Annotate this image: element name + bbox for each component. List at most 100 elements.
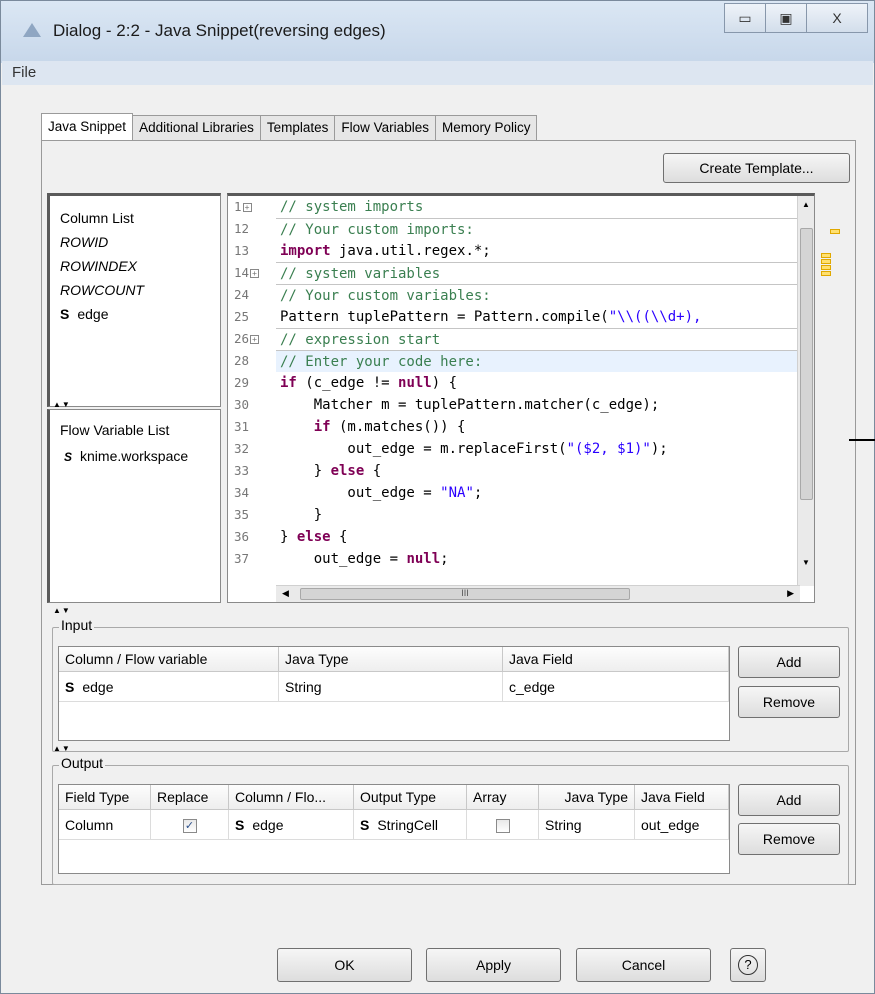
overview-marker[interactable] bbox=[821, 259, 831, 264]
maximize-button[interactable]: ▣ bbox=[765, 3, 807, 33]
flow-variable-label: knime.workspace bbox=[80, 448, 189, 464]
code-line: if (c_edge != null) { bbox=[280, 375, 458, 391]
replace-checkbox[interactable]: ✓ bbox=[182, 819, 197, 834]
output-remove-button[interactable]: Remove bbox=[738, 823, 840, 855]
error-overview-ruler bbox=[820, 193, 840, 603]
column-header[interactable]: Java Type bbox=[539, 785, 635, 810]
menu-bar: File bbox=[2, 61, 873, 85]
column-item-edge[interactable]: Sedge bbox=[60, 306, 109, 322]
column-header[interactable]: Output Type bbox=[354, 785, 467, 810]
line-number: 14 bbox=[234, 265, 250, 280]
code-line: // expression start bbox=[276, 328, 800, 350]
close-button[interactable]: X bbox=[806, 3, 868, 33]
column-item-rowindex[interactable]: ROWINDEX bbox=[60, 258, 137, 274]
overview-marker[interactable] bbox=[821, 271, 831, 276]
tab-flow-variables[interactable]: Flow Variables bbox=[334, 115, 436, 141]
array-checkbox[interactable] bbox=[495, 819, 510, 834]
line-number: 36 bbox=[234, 529, 250, 544]
expand-fold-icon[interactable]: + bbox=[242, 203, 252, 212]
overview-marker[interactable] bbox=[821, 265, 831, 270]
column-header[interactable]: Column / Flo... bbox=[229, 785, 354, 810]
window-title: Dialog - 2:2 - Java Snippet(reversing ed… bbox=[53, 21, 386, 40]
input-remove-button[interactable]: Remove bbox=[738, 686, 840, 718]
ok-button[interactable]: OK bbox=[277, 948, 412, 982]
splitter-arrows[interactable]: ▲▼ bbox=[53, 400, 71, 409]
cancel-button[interactable]: Cancel bbox=[576, 948, 711, 982]
overview-marker[interactable] bbox=[830, 229, 840, 234]
line-number: 25 bbox=[234, 309, 250, 324]
column-header[interactable]: Java Field bbox=[503, 647, 729, 672]
overview-marker[interactable] bbox=[821, 253, 831, 258]
flow-variable-list-title: Flow Variable List bbox=[60, 422, 170, 438]
expand-fold-icon[interactable]: + bbox=[250, 335, 260, 344]
help-icon: ? bbox=[738, 955, 758, 975]
scroll-up-icon[interactable]: ▲ bbox=[802, 200, 810, 209]
input-group: Input Column / Flow variable Java Type J… bbox=[52, 617, 849, 752]
splitter-arrows[interactable]: ▲▼ bbox=[53, 744, 71, 753]
string-type-icon: S bbox=[65, 679, 75, 695]
line-number: 30 bbox=[234, 397, 250, 412]
column-header[interactable]: Column / Flow variable bbox=[59, 647, 279, 672]
output-table: Field Type Replace Column / Flo... Outpu… bbox=[58, 784, 730, 874]
editor-vertical-scrollbar[interactable]: ▲ ▼ bbox=[797, 196, 814, 586]
scrollbar-thumb[interactable]: III bbox=[300, 588, 630, 600]
code-line: // system imports bbox=[280, 199, 424, 215]
flow-variable-item[interactable]: Sknime.workspace bbox=[64, 448, 188, 464]
editor-horizontal-scrollbar[interactable]: ◀ III ▶ bbox=[276, 585, 800, 602]
minimize-button[interactable]: ▭ bbox=[724, 3, 766, 33]
column-item-rowcount[interactable]: ROWCOUNT bbox=[60, 282, 144, 298]
code-line: // Your custom variables: bbox=[276, 284, 800, 306]
line-number: 31 bbox=[234, 419, 250, 434]
code-line: if (m.matches()) { bbox=[313, 419, 466, 435]
column-header[interactable]: Java Field bbox=[635, 785, 729, 810]
apply-button[interactable]: Apply bbox=[426, 948, 561, 982]
input-add-button[interactable]: Add bbox=[738, 646, 840, 678]
code-line: import java.util.regex.*; bbox=[280, 243, 491, 259]
tab-memory-policy[interactable]: Memory Policy bbox=[434, 115, 538, 141]
input-table: Column / Flow variable Java Type Java Fi… bbox=[58, 646, 730, 741]
create-template-button[interactable]: Create Template... bbox=[663, 153, 850, 183]
input-group-title: Input bbox=[59, 617, 95, 633]
code-line: out_edge = null; bbox=[280, 551, 449, 567]
output-add-button[interactable]: Add bbox=[738, 784, 840, 816]
scroll-down-icon[interactable]: ▼ bbox=[802, 558, 810, 567]
cell-java-type: String bbox=[539, 810, 635, 840]
tab-java-snippet[interactable]: Java Snippet bbox=[41, 113, 134, 141]
code-editor[interactable]: 1 + 12 13 14 + 24 25 26 + 28 29 30 31 32 33… bbox=[227, 193, 815, 603]
code-line: // system variables bbox=[276, 262, 800, 284]
scroll-right-icon[interactable]: ▶ bbox=[787, 588, 794, 599]
code-line: Pattern tuplePattern = Pattern.compile("… bbox=[280, 309, 702, 325]
column-header[interactable]: Replace bbox=[151, 785, 229, 810]
tab-bar: Java Snippet Additional Libraries Templa… bbox=[41, 113, 538, 141]
cell-java-type: String bbox=[279, 672, 503, 702]
line-number: 33 bbox=[234, 463, 250, 478]
tab-additional-libraries[interactable]: Additional Libraries bbox=[132, 115, 261, 141]
title-bar: Dialog - 2:2 - Java Snippet(reversing ed… bbox=[1, 1, 874, 63]
scroll-left-icon[interactable]: ◀ bbox=[282, 588, 289, 599]
line-number: 12 bbox=[234, 221, 250, 236]
column-item-label: edge bbox=[77, 306, 109, 322]
app-icon bbox=[23, 23, 41, 37]
splitter-arrows[interactable]: ▲▼ bbox=[53, 606, 71, 615]
column-list-title: Column List bbox=[60, 210, 134, 226]
cell-output-type: StringCell bbox=[377, 817, 439, 833]
cell-column: edge bbox=[252, 817, 284, 833]
dialog-window: Dialog - 2:2 - Java Snippet(reversing ed… bbox=[0, 0, 875, 994]
cell-field-type: Column bbox=[59, 810, 151, 840]
line-number: 29 bbox=[234, 375, 250, 390]
line-number: 35 bbox=[234, 507, 250, 522]
column-header[interactable]: Java Type bbox=[279, 647, 503, 672]
line-number: 13 bbox=[234, 243, 250, 258]
help-button[interactable]: ? bbox=[730, 948, 766, 982]
java-snippet-panel: Create Template... Column List ROWID ROW… bbox=[41, 140, 856, 885]
column-header[interactable]: Field Type bbox=[59, 785, 151, 810]
scrollbar-thumb[interactable] bbox=[800, 228, 813, 500]
column-header[interactable]: Array bbox=[467, 785, 539, 810]
menu-file[interactable]: File bbox=[12, 64, 36, 81]
expand-fold-icon[interactable]: + bbox=[250, 269, 260, 278]
code-line: // Your custom imports: bbox=[276, 218, 800, 240]
code-line: } else { bbox=[280, 529, 348, 545]
tab-templates[interactable]: Templates bbox=[259, 115, 336, 141]
column-item-rowid[interactable]: ROWID bbox=[60, 234, 108, 250]
code-area[interactable]: // system imports // Your custom imports… bbox=[276, 196, 800, 586]
